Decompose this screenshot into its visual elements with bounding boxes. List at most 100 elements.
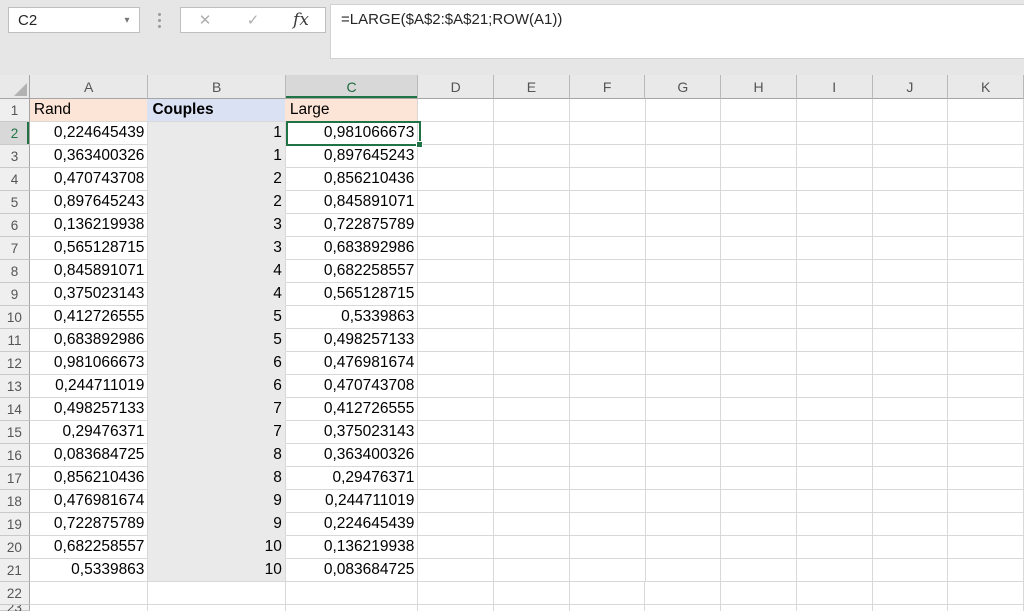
cell-K14[interactable] [948, 398, 1024, 421]
cell-D8[interactable] [418, 260, 494, 283]
name-box-value[interactable]: C2 [9, 12, 115, 29]
row-header-22[interactable]: 22 [0, 582, 30, 605]
cell-I12[interactable] [797, 352, 873, 375]
cell-H13[interactable] [721, 375, 797, 398]
cell-E3[interactable] [494, 145, 570, 168]
cell-D7[interactable] [418, 237, 494, 260]
cell-B11[interactable]: 5 [148, 329, 285, 352]
cell-D18[interactable] [418, 490, 494, 513]
cell-J2[interactable] [873, 122, 949, 145]
cell-I19[interactable] [797, 513, 873, 536]
cell-J11[interactable] [873, 329, 949, 352]
cell-J4[interactable] [873, 168, 949, 191]
row-header-23[interactable]: 23 [0, 605, 30, 611]
cell-E20[interactable] [494, 536, 570, 559]
cell-F11[interactable] [570, 329, 646, 352]
column-header-D[interactable]: D [418, 75, 494, 99]
row-header-7[interactable]: 7 [0, 237, 30, 260]
cell-F2[interactable] [570, 122, 646, 145]
cell-A9[interactable]: 0,375023143 [30, 283, 149, 306]
cell-C14[interactable]: 0,412726555 [286, 398, 418, 421]
column-header-F[interactable]: F [570, 75, 646, 99]
cell-B21[interactable]: 10 [148, 559, 285, 582]
cell-F20[interactable] [570, 536, 646, 559]
cell-G22[interactable] [645, 582, 721, 605]
cell-B16[interactable]: 8 [148, 444, 285, 467]
cell-G8[interactable] [646, 260, 722, 283]
cell-I16[interactable] [797, 444, 873, 467]
cell-D14[interactable] [418, 398, 494, 421]
cell-D12[interactable] [418, 352, 494, 375]
cell-C10[interactable]: 0,5339863 [286, 306, 418, 329]
cell-G4[interactable] [646, 168, 722, 191]
cell-A12[interactable]: 0,981066673 [30, 352, 149, 375]
cell-H15[interactable] [721, 421, 797, 444]
cell-F4[interactable] [570, 168, 646, 191]
cell-J18[interactable] [873, 490, 949, 513]
cell-F9[interactable] [570, 283, 646, 306]
cell-K23[interactable] [948, 605, 1024, 611]
column-header-G[interactable]: G [645, 75, 721, 99]
cell-H5[interactable] [721, 191, 797, 214]
cell-H11[interactable] [721, 329, 797, 352]
cell-C3[interactable]: 0,897645243 [286, 145, 418, 168]
cell-K10[interactable] [948, 306, 1024, 329]
cell-G13[interactable] [646, 375, 722, 398]
cell-C8[interactable]: 0,682258557 [286, 260, 418, 283]
cell-I21[interactable] [797, 559, 873, 582]
cell-F6[interactable] [570, 214, 646, 237]
cell-D9[interactable] [418, 283, 494, 306]
cell-B17[interactable]: 8 [148, 467, 285, 490]
cell-K6[interactable] [948, 214, 1024, 237]
cell-A17[interactable]: 0,856210436 [30, 467, 149, 490]
row-header-3[interactable]: 3 [0, 145, 30, 168]
cell-B3[interactable]: 1 [148, 145, 285, 168]
cell-C15[interactable]: 0,375023143 [286, 421, 418, 444]
cell-I13[interactable] [797, 375, 873, 398]
cell-B2[interactable]: 1 [148, 122, 285, 145]
cell-E1[interactable] [494, 99, 570, 122]
cell-K16[interactable] [948, 444, 1024, 467]
cell-A14[interactable]: 0,498257133 [30, 398, 149, 421]
insert-function-icon[interactable]: fx [277, 10, 325, 30]
cell-F21[interactable] [570, 559, 646, 582]
cell-D17[interactable] [418, 467, 494, 490]
cell-G23[interactable] [645, 605, 721, 611]
cell-F17[interactable] [570, 467, 646, 490]
cell-D21[interactable] [418, 559, 494, 582]
cell-H14[interactable] [721, 398, 797, 421]
cell-G5[interactable] [646, 191, 722, 214]
fill-handle[interactable] [416, 141, 423, 148]
cell-K3[interactable] [948, 145, 1024, 168]
column-header-E[interactable]: E [494, 75, 570, 99]
cell-C17[interactable]: 0,29476371 [286, 467, 418, 490]
cell-G9[interactable] [646, 283, 722, 306]
cell-E2[interactable] [494, 122, 570, 145]
cell-G10[interactable] [646, 306, 722, 329]
cell-E23[interactable] [494, 605, 570, 611]
cell-E19[interactable] [494, 513, 570, 536]
column-header-C[interactable]: C [286, 75, 418, 99]
cell-D15[interactable] [418, 421, 494, 444]
cell-C23[interactable] [286, 605, 418, 611]
cell-D4[interactable] [418, 168, 494, 191]
cell-D22[interactable] [418, 582, 494, 605]
cell-H3[interactable] [721, 145, 797, 168]
cell-C21[interactable]: 0,083684725 [286, 559, 418, 582]
cell-E22[interactable] [494, 582, 570, 605]
cell-A13[interactable]: 0,244711019 [30, 375, 149, 398]
row-header-15[interactable]: 15 [0, 421, 30, 444]
cell-G2[interactable] [646, 122, 722, 145]
cell-I7[interactable] [797, 237, 873, 260]
cell-K22[interactable] [948, 582, 1024, 605]
cell-G15[interactable] [646, 421, 722, 444]
cell-E18[interactable] [494, 490, 570, 513]
cell-D3[interactable] [418, 145, 494, 168]
cell-C13[interactable]: 0,470743708 [286, 375, 418, 398]
cell-I6[interactable] [797, 214, 873, 237]
column-header-H[interactable]: H [721, 75, 797, 99]
cell-F5[interactable] [570, 191, 646, 214]
select-all-button[interactable] [0, 75, 30, 99]
cell-K1[interactable] [948, 99, 1024, 122]
cell-F12[interactable] [570, 352, 646, 375]
